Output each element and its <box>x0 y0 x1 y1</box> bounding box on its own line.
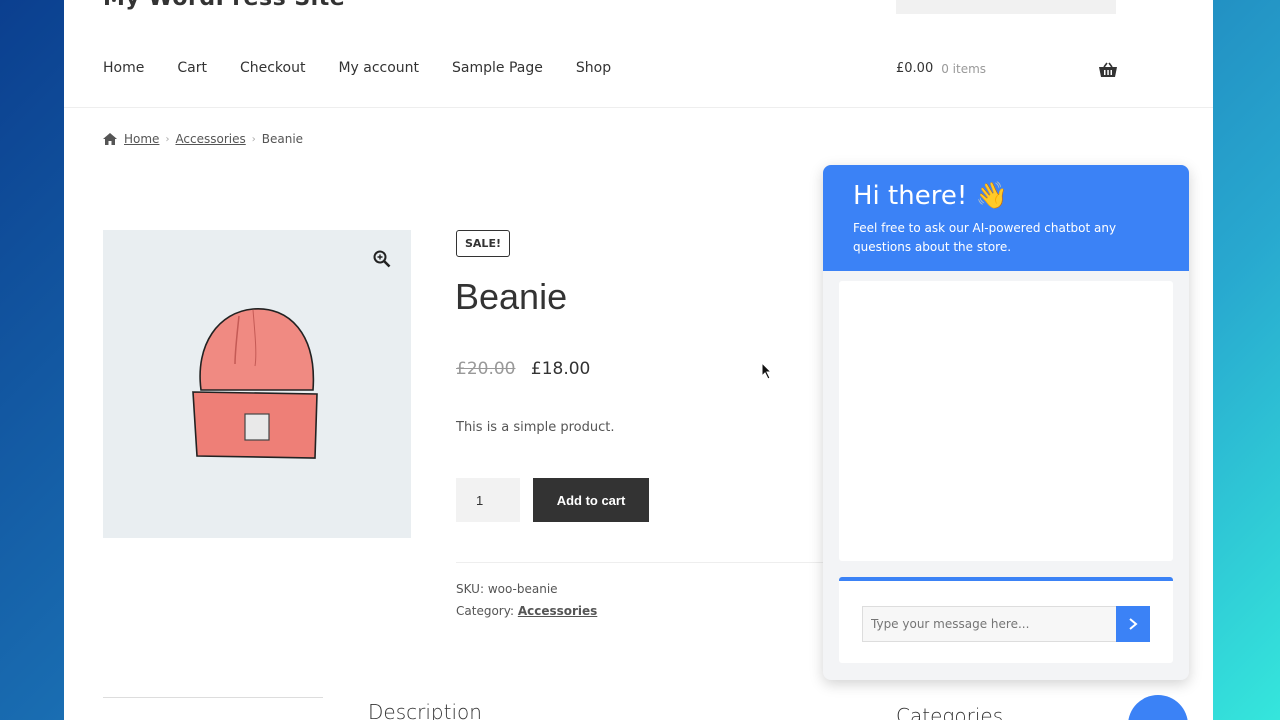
short-description: This is a simple product. <box>456 420 615 435</box>
categories-heading: Categories <box>896 704 1004 720</box>
beanie-illustration <box>192 308 318 459</box>
chatbot-title: Hi there! 👋 <box>853 181 1008 211</box>
category-link[interactable]: Accessories <box>518 604 598 618</box>
sku-label: SKU: <box>456 582 484 596</box>
mouse-cursor-icon <box>761 362 773 380</box>
zoom-icon[interactable] <box>373 250 391 268</box>
header-divider <box>64 107 1213 108</box>
breadcrumb-home[interactable]: Home <box>124 132 159 146</box>
nav-sample-page[interactable]: Sample Page <box>452 60 543 76</box>
product-price: £20.00 £18.00 <box>456 359 590 379</box>
description-heading: Description <box>368 700 482 720</box>
meta-divider <box>456 562 836 563</box>
primary-nav: Home Cart Checkout My account Sample Pag… <box>103 60 644 76</box>
quantity-input[interactable] <box>456 478 520 522</box>
nav-checkout[interactable]: Checkout <box>240 60 306 76</box>
chatbot-messages[interactable] <box>839 281 1173 561</box>
home-icon <box>103 133 117 145</box>
header-cart[interactable]: £0.00 0 items <box>896 61 986 76</box>
breadcrumb-separator: › <box>165 133 170 145</box>
old-price: £20.00 <box>456 359 516 379</box>
search-box[interactable] <box>896 0 1116 14</box>
nav-shop[interactable]: Shop <box>576 60 611 76</box>
nav-cart[interactable]: Cart <box>177 60 207 76</box>
product-title: Beanie <box>455 276 568 317</box>
tabs-divider <box>103 697 323 698</box>
add-to-cart-button[interactable]: Add to cart <box>533 478 649 522</box>
chatbot-footer <box>839 577 1173 663</box>
nav-home[interactable]: Home <box>103 60 144 76</box>
chat-message-input[interactable] <box>862 606 1116 642</box>
send-arrow-icon <box>1129 618 1138 630</box>
breadcrumb-accessories[interactable]: Accessories <box>175 132 245 146</box>
sale-price: £18.00 <box>530 359 591 379</box>
chatbot-header: Hi there! 👋 Feel free to ask our AI-powe… <box>823 165 1189 271</box>
sku-row: SKU: woo-beanie <box>456 578 597 600</box>
chatbot-widget: Hi there! 👋 Feel free to ask our AI-powe… <box>823 165 1189 680</box>
sale-badge: SALE! <box>456 230 510 257</box>
chat-send-button[interactable] <box>1116 606 1150 642</box>
cart-amount: £0.00 <box>896 61 934 76</box>
nav-my-account[interactable]: My account <box>338 60 419 76</box>
basket-icon[interactable] <box>1098 62 1118 78</box>
breadcrumb: Home › Accessories › Beanie <box>103 132 303 146</box>
chatbot-subtitle: Feel free to ask our AI-powered chatbot … <box>853 221 1117 254</box>
category-row: Category: Accessories <box>456 600 597 622</box>
cart-item-count: 0 items <box>941 61 987 76</box>
sku-value: woo-beanie <box>487 582 558 596</box>
breadcrumb-separator: › <box>251 133 256 145</box>
product-image[interactable] <box>103 230 411 538</box>
breadcrumb-current: Beanie <box>261 132 304 146</box>
category-label: Category: <box>456 604 514 618</box>
site-title[interactable]: My WordPress Site <box>103 0 345 11</box>
product-meta: SKU: woo-beanie Category: Accessories <box>456 578 597 622</box>
